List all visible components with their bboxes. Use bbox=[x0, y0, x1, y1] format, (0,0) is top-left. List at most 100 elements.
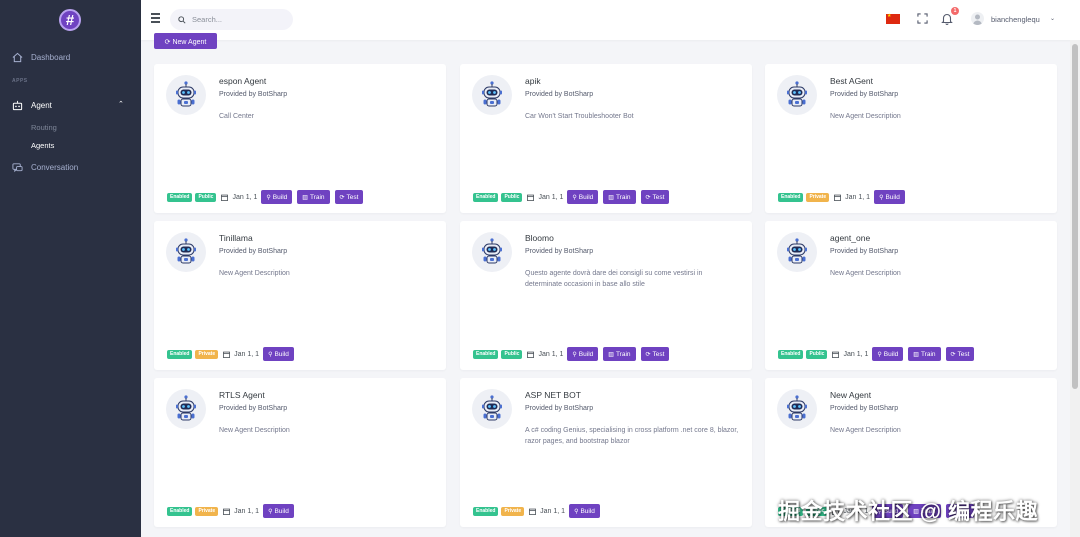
build-button[interactable]: ⚲ Build bbox=[263, 347, 294, 361]
agent-provider: Provided by BotSharp bbox=[830, 248, 899, 255]
train-button[interactable]: ▥ Train bbox=[603, 347, 636, 361]
train-button[interactable]: ▥ Train bbox=[908, 347, 941, 361]
agent-card-footer: Enabled Private Jan 1, 1 ⚲ Build bbox=[167, 504, 299, 518]
notification-badge: 1 bbox=[951, 7, 959, 15]
sidebar-item-conversation[interactable]: Conversation bbox=[12, 159, 78, 175]
agent-date: Jan 1, 1 bbox=[223, 508, 259, 515]
agent-name[interactable]: Tinillama bbox=[219, 233, 253, 243]
sidebar-subitem-routing[interactable]: Routing bbox=[31, 123, 57, 132]
agent-avatar-icon bbox=[777, 232, 817, 272]
date-text: Jan 1, 1 bbox=[538, 193, 564, 201]
search-box[interactable] bbox=[170, 9, 293, 30]
agent-card-footer: Enabled Private Jan 1, 1 ⚲ Build bbox=[167, 347, 299, 361]
fullscreen-icon[interactable] bbox=[917, 13, 928, 24]
sidebar-item-agent[interactable]: Agent bbox=[12, 97, 52, 113]
build-label: Build bbox=[274, 350, 289, 358]
agent-name[interactable]: agent_one bbox=[830, 233, 870, 243]
calendar-icon bbox=[527, 351, 535, 358]
agent-name[interactable]: RTLS Agent bbox=[219, 390, 265, 400]
agent-name[interactable]: ASP NET BOT bbox=[525, 390, 581, 400]
train-button[interactable]: ▥ Train bbox=[603, 190, 636, 204]
calendar-icon bbox=[527, 194, 535, 201]
agent-avatar-icon bbox=[777, 389, 817, 429]
scrollbar-thumb[interactable] bbox=[1072, 44, 1078, 389]
agent-provider: Provided by BotSharp bbox=[830, 91, 899, 98]
build-button[interactable]: ⚲ Build bbox=[567, 190, 599, 204]
agent-card-footer: Enabled Private Jan 1, 1 ⚲ Build bbox=[473, 504, 605, 518]
test-button[interactable]: ⟳ Test bbox=[640, 190, 670, 204]
agent-avatar-icon bbox=[472, 232, 512, 272]
build-icon: ⚲ bbox=[877, 351, 882, 358]
agent-provider: Provided by BotSharp bbox=[219, 91, 288, 98]
agent-date: Jan 1, 1 bbox=[527, 351, 563, 358]
build-label: Build bbox=[580, 507, 595, 515]
train-button[interactable]: ▥ Train bbox=[297, 190, 330, 204]
agent-name[interactable]: apik bbox=[525, 76, 541, 86]
agent-card[interactable]: apik Provided by BotSharp Car Won't Star… bbox=[460, 64, 752, 213]
date-text: Jan 1, 1 bbox=[234, 507, 260, 515]
agent-name[interactable]: Best AGent bbox=[830, 76, 873, 86]
robot-icon bbox=[12, 100, 23, 111]
test-button[interactable]: ⟳ Test bbox=[334, 190, 364, 204]
agent-date: Jan 1, 1 bbox=[527, 194, 563, 201]
agent-name[interactable]: espon Agent bbox=[219, 76, 266, 86]
agent-name[interactable]: Bloomo bbox=[525, 233, 554, 243]
sidebar-subitem-agents[interactable]: Agents bbox=[31, 141, 54, 150]
build-button[interactable]: ⚲ Build bbox=[569, 504, 600, 518]
agent-avatar-icon bbox=[472, 75, 512, 115]
build-button[interactable]: ⚲ Build bbox=[872, 347, 904, 361]
test-button[interactable]: ⟳ Test bbox=[945, 347, 975, 361]
agent-name[interactable]: New Agent bbox=[830, 390, 871, 400]
build-button[interactable]: ⚲ Build bbox=[567, 347, 599, 361]
test-icon: ⟳ bbox=[645, 351, 651, 358]
new-agent-button[interactable]: ⟳ New Agent bbox=[154, 33, 217, 49]
sidebar-item-label: Dashboard bbox=[31, 52, 71, 62]
build-button[interactable]: ⚲ Build bbox=[263, 504, 294, 518]
sidebar-item-dashboard[interactable]: Dashboard bbox=[12, 49, 70, 65]
chevron-down-icon[interactable]: ⌄ bbox=[1050, 15, 1055, 22]
status-badge: Enabled bbox=[167, 192, 193, 202]
agent-card[interactable]: agent_one Provided by BotSharp New Agent… bbox=[765, 221, 1057, 370]
scrollbar[interactable] bbox=[1070, 40, 1080, 537]
menu-icon[interactable] bbox=[151, 13, 160, 25]
train-label: Train bbox=[920, 350, 936, 358]
test-button[interactable]: ⟳ Test bbox=[640, 347, 670, 361]
train-label: Train bbox=[615, 193, 631, 201]
date-text: Jan 1, 1 bbox=[843, 350, 869, 358]
home-icon bbox=[12, 52, 23, 63]
build-icon: ⚲ bbox=[879, 194, 884, 201]
agent-card[interactable]: espon Agent Provided by BotSharp Call Ce… bbox=[154, 64, 446, 213]
status-badge: Enabled bbox=[167, 349, 193, 359]
topbar: 1 bianchenglequ ⌄ bbox=[141, 0, 1080, 40]
build-button[interactable]: ⚲ Build bbox=[261, 190, 293, 204]
agent-card[interactable]: RTLS Agent Provided by BotSharp New Agen… bbox=[154, 378, 446, 527]
agent-avatar-icon bbox=[166, 75, 206, 115]
app-logo[interactable]: # bbox=[59, 9, 81, 31]
sidebar-item-label: Agent bbox=[31, 100, 52, 110]
agent-date: Jan 1, 1 bbox=[223, 351, 259, 358]
date-text: Jan 1, 1 bbox=[538, 350, 564, 358]
calendar-icon bbox=[221, 194, 229, 201]
sidebar: # Dashboard APPS Agent ⌃ Routing Agents … bbox=[0, 0, 141, 537]
build-button[interactable]: ⚲ Build bbox=[874, 190, 905, 204]
visibility-badge: Public bbox=[501, 192, 523, 202]
agent-description: Car Won't Start Troubleshooter Bot bbox=[525, 113, 634, 120]
visibility-badge: Private bbox=[501, 506, 525, 516]
language-flag-icon[interactable] bbox=[886, 13, 900, 24]
calendar-icon bbox=[834, 194, 842, 201]
agent-card[interactable]: ASP NET BOT Provided by BotSharp A c# co… bbox=[460, 378, 752, 527]
test-label: Test bbox=[957, 350, 970, 358]
avatar[interactable] bbox=[971, 12, 984, 25]
chevron-up-icon[interactable]: ⌃ bbox=[118, 100, 124, 108]
build-label: Build bbox=[578, 350, 594, 358]
agent-card[interactable]: Best AGent Provided by BotSharp New Agen… bbox=[765, 64, 1057, 213]
agent-card[interactable]: Bloomo Provided by BotSharp Questo agent… bbox=[460, 221, 752, 370]
bell-icon[interactable] bbox=[941, 12, 953, 25]
agent-avatar-icon bbox=[777, 75, 817, 115]
status-badge: Enabled bbox=[778, 349, 804, 359]
agent-avatar-icon bbox=[166, 389, 206, 429]
user-name[interactable]: bianchenglequ bbox=[991, 15, 1040, 24]
search-input[interactable] bbox=[192, 15, 287, 24]
agent-card[interactable]: Tinillama Provided by BotSharp New Agent… bbox=[154, 221, 446, 370]
train-icon: ▥ bbox=[608, 194, 614, 201]
